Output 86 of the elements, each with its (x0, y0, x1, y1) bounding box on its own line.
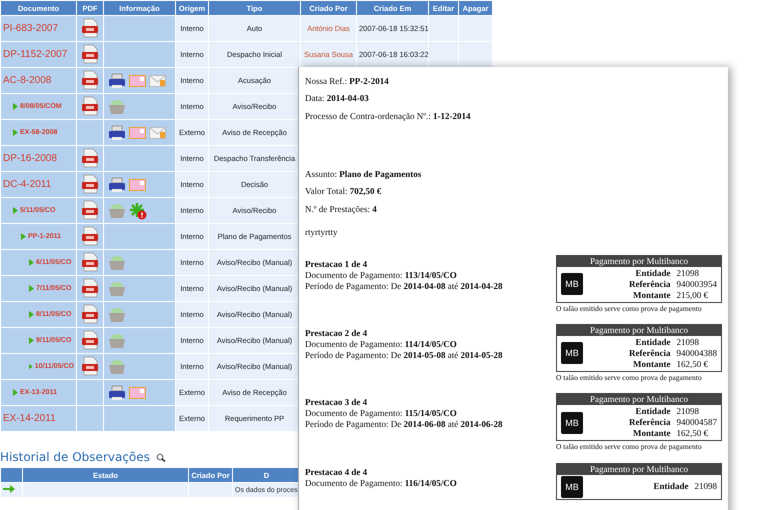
pdf-icon[interactable] (82, 96, 98, 116)
money-basket-icon[interactable] (108, 306, 126, 322)
money-basket-icon[interactable] (108, 202, 126, 218)
printer-icon[interactable] (108, 384, 126, 400)
payment-label: Referência (628, 278, 670, 290)
section-title: Historial de Observações (0, 450, 150, 464)
multibanco-logo: MB (561, 342, 583, 364)
installment-detail: Documento de Pagamento: 115/14/05/CO (305, 408, 458, 418)
payment-box-title: Pagamento por Multibanco (557, 256, 721, 267)
expand-arrow-icon[interactable] (13, 207, 18, 214)
payment-value: 940004587 (676, 417, 717, 428)
multibanco-logo: MB (561, 412, 583, 434)
pdf-icon[interactable] (82, 148, 98, 168)
expand-arrow-icon[interactable] (29, 337, 34, 344)
multibanco-logo: MB (561, 273, 583, 296)
installment-detail: Período de Pagamento: De 2014-04-08 até 2014-04-28 (305, 280, 502, 291)
installment-detail: Documento de Pagamento: 116/14/05/CO (305, 478, 457, 488)
expand-arrow-icon[interactable] (13, 129, 18, 136)
payment-value: 940004388 (676, 348, 717, 359)
pdf-icon[interactable] (82, 44, 98, 64)
field-line: Assunto: Plano de Pagamentos (305, 168, 422, 179)
field-line: Nossa Ref.: PP-2-2014 (305, 76, 389, 86)
payment-value: 21098 (676, 336, 700, 348)
payment-value: 21098 (676, 406, 700, 418)
money-basket-icon[interactable] (108, 358, 126, 374)
pdf-icon[interactable] (82, 174, 98, 194)
money-basket-icon[interactable] (108, 280, 126, 296)
expand-arrow-icon[interactable] (29, 259, 34, 266)
pdf-icon[interactable] (82, 200, 98, 220)
printer-icon[interactable] (108, 124, 126, 140)
printer-icon[interactable] (108, 72, 126, 88)
payment-label: Montante (632, 358, 670, 370)
payment-box-title: Pagamento por Multibanco (557, 464, 721, 475)
installment-detail: Período de Pagamento: De 2014-05-08 até 2014-05-28 (305, 350, 502, 360)
expand-arrow-icon[interactable] (29, 363, 33, 370)
envelope-icon[interactable] (149, 74, 166, 86)
field-line: Valor Total: 702,50 € (305, 186, 382, 196)
alert-icon[interactable] (129, 202, 147, 220)
pdf-icon[interactable] (82, 304, 98, 324)
expand-arrow-icon[interactable] (21, 233, 26, 240)
field-line: N.º de Prestações: 4 (305, 204, 377, 214)
payment-value: 21098 (676, 268, 700, 279)
payment-label: Referência (628, 348, 670, 359)
field-line: Processo de Contra-ordenação Nº.: 1-12-2014 (305, 110, 470, 121)
pdf-icon[interactable] (82, 356, 98, 376)
pdf-icon[interactable] (82, 252, 98, 272)
installment-detail: Documento de Pagamento: 113/14/05/CO (305, 270, 458, 280)
envelope-icon[interactable] (149, 126, 166, 138)
arrow-icon (3, 485, 15, 493)
note-text: rtyrtyrtty (305, 227, 338, 238)
money-basket-icon[interactable] (108, 332, 126, 348)
payment-value: 162,50 € (676, 428, 709, 440)
installment-detail: Período de Pagamento: De 2014-06-08 até 2014-06-28 (305, 419, 502, 430)
installment-title: Prestacao 3 de 4 (305, 397, 368, 408)
payment-value: 940003954 (676, 278, 717, 290)
pdf-icon[interactable] (82, 70, 98, 90)
payment-label: Referência (628, 417, 670, 428)
money-basket-icon[interactable] (108, 98, 126, 114)
pdf-icon[interactable] (82, 18, 98, 38)
payment-label: Entidade (634, 336, 670, 348)
pdf-icon[interactable] (82, 278, 98, 298)
payment-label: Entidade (652, 481, 688, 492)
money-basket-icon[interactable] (108, 254, 126, 270)
payment-label: Entidade (634, 406, 670, 418)
expand-arrow-icon[interactable] (29, 285, 34, 292)
payment-value: 162,50 € (676, 358, 709, 370)
expand-arrow-icon[interactable] (13, 103, 18, 110)
field-line: Data: 2014-04-03 (305, 93, 369, 104)
payment-value: 215,00 € (676, 290, 709, 301)
payment-box-title: Pagamento por Multibanco (557, 394, 721, 406)
expand-arrow-icon[interactable] (29, 311, 34, 318)
pdf-icon[interactable] (82, 330, 98, 350)
payment-label: Montante (632, 428, 670, 440)
multibanco-logo: MB (561, 476, 583, 498)
payment-label: Entidade (634, 268, 670, 279)
installment-title: Prestacao 2 de 4 (305, 328, 368, 338)
printer-icon[interactable] (108, 176, 126, 192)
installment-title: Prestacao 1 de 4 (305, 258, 368, 269)
pdf-icon[interactable] (82, 226, 98, 246)
payment-value: 21098 (694, 481, 717, 492)
installment-title: Prestacao 4 de 4 (305, 466, 368, 477)
expand-arrow-icon[interactable] (13, 389, 18, 396)
payment-label: Montante (632, 290, 670, 301)
payment-box-title: Pagamento por Multibanco (557, 324, 721, 336)
installment-detail: Documento de Pagamento: 114/14/05/CO (305, 338, 458, 349)
search-icon[interactable] (156, 452, 166, 462)
